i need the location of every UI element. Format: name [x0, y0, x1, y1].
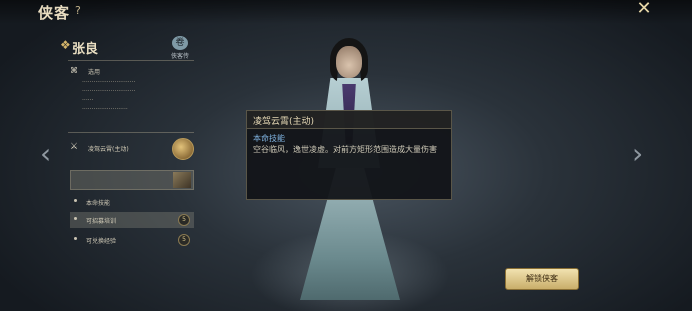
skill-row[interactable]: ⚔ 凌驾云霄(主动): [70, 138, 196, 160]
option-row[interactable]: 可招募培训 5: [70, 212, 194, 228]
divider: [68, 132, 194, 133]
hero-story-button[interactable]: 卷 侠客传: [168, 36, 192, 62]
count-badge: 5: [178, 214, 190, 226]
help-icon[interactable]: ?: [75, 4, 81, 17]
option-label: 本命技能: [86, 200, 111, 207]
section-icon: ⌘: [70, 66, 78, 75]
hero-name: 张良: [72, 42, 99, 57]
skill-tooltip: 凌驾云霄(主动) 本命技能 空谷临风，逸世凌虚。对前方矩形范围造成大量伤害: [246, 110, 452, 200]
option-row[interactable]: 可兑换经验 5: [70, 232, 194, 248]
hero-info-panel: ❖ 张良 卷 侠客传 ⌘ 选用 ························…: [60, 32, 200, 252]
bullet-icon: [74, 217, 77, 220]
top-bar: [0, 0, 692, 24]
page-title: 侠客: [38, 4, 71, 22]
option-label: 可招募培训: [86, 218, 117, 225]
skill-label: 凌驾云霄(主动): [88, 146, 129, 153]
prev-arrow-icon[interactable]: ‹: [40, 140, 51, 168]
tooltip-title: 凌驾云霄(主动): [253, 117, 315, 127]
equipment-slot[interactable]: [70, 170, 194, 190]
hero-description: ···························· ···········…: [82, 78, 194, 114]
skill-orb-icon[interactable]: [172, 138, 194, 160]
sword-icon: ⚔: [70, 142, 79, 152]
option-label: 可兑换经验: [86, 238, 117, 245]
item-thumbnail[interactable]: [173, 172, 191, 188]
desc-line: ······: [82, 97, 94, 104]
next-arrow-icon[interactable]: ›: [632, 140, 643, 168]
scroll-icon: 卷: [172, 36, 188, 50]
desc-line: ····························: [82, 88, 136, 95]
divider: [68, 60, 194, 61]
tooltip-body: 空谷临风，逸世凌虚。对前方矩形范围造成大量伤害: [253, 145, 437, 154]
count-badge: 5: [178, 234, 190, 246]
character-head: [336, 46, 362, 78]
hero-story-label: 侠客传: [170, 53, 189, 60]
desc-line: ····························: [82, 79, 136, 86]
option-row[interactable]: 本命技能: [70, 194, 194, 210]
section-label: 选用: [88, 69, 101, 76]
desc-line: ························: [82, 106, 128, 113]
bullet-icon: [74, 237, 77, 240]
unlock-hero-button[interactable]: 解锁侠客: [505, 268, 579, 290]
tooltip-subtitle: 本命技能: [253, 134, 285, 143]
tooltip-header: 凌驾云霄(主动): [247, 111, 451, 129]
bullet-icon: [74, 199, 77, 202]
close-icon[interactable]: ✕: [636, 0, 652, 18]
hero-emblem-icon: ❖: [60, 38, 71, 52]
